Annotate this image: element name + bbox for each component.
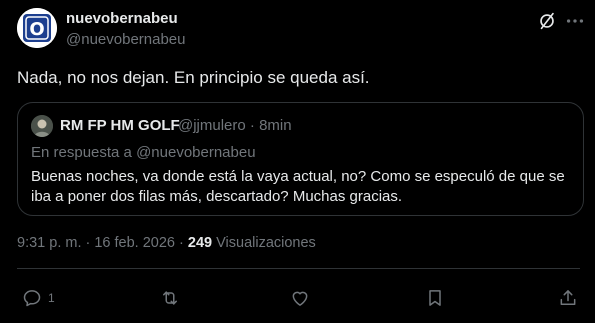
repost-button[interactable] [160,287,180,309]
quoted-post[interactable]: RM FP HM GOLF @jjmulero · 8min En respue… [17,102,584,216]
divider [17,268,580,269]
bookmark-button[interactable] [425,287,445,309]
share-icon [560,290,576,305]
post-card: O nuevobernabeu @nuevobernabeu Nada, no … [0,0,595,323]
reply-button[interactable]: 1 [22,287,55,309]
quoted-avatar-icon [31,115,53,137]
grok-icon[interactable] [536,10,558,32]
nuevobernabeu-logo-icon: O [17,8,57,48]
avatar-letter: O [29,19,44,40]
repost-icon [163,291,177,305]
post-datetime[interactable]: 9:31 p. m. · 16 feb. 2026 · [17,235,188,251]
views-label: Visualizaciones [212,235,316,251]
bookmark-icon [429,290,441,306]
quoted-author-name: RM FP HM GOLF [60,117,180,134]
quoted-text: Buenas noches, va donde está la vaya act… [31,167,571,207]
author-handle[interactable]: @nuevobernabeu [66,31,186,48]
author-name[interactable]: nuevobernabeu [66,10,178,27]
like-icon [292,291,308,306]
like-button[interactable] [290,287,310,309]
quoted-reply-to: En respuesta a @nuevobernabeu [31,144,256,161]
quoted-text-line: iba a poner dos filas más, descartado? M… [31,188,403,205]
timestamp-row: 9:31 p. m. · 16 feb. 2026 · 249 Visualiz… [17,235,316,251]
reply-icon [23,290,41,307]
quoted-text-line: Buenas noches, va donde está la vaya act… [31,168,565,185]
quoted-author-avatar [31,115,53,137]
share-button[interactable] [558,287,578,309]
quoted-author-meta: @jjmulero · 8min [178,117,292,134]
author-avatar[interactable]: O [17,8,57,48]
post-text: Nada, no nos dejan. En principio se qued… [17,68,370,87]
reply-count: 1 [48,291,55,305]
views-count: 249 [187,235,213,251]
more-icon[interactable] [564,10,586,32]
